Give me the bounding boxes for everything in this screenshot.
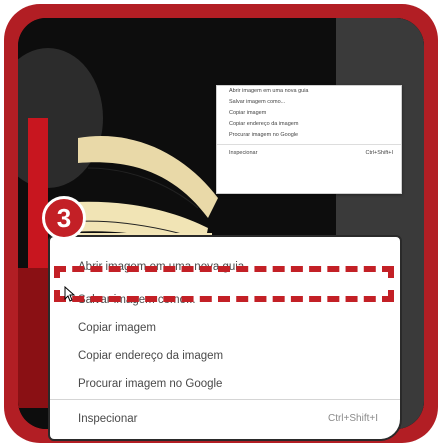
menu-item-copy-address[interactable]: Copiar endereço da imagem — [78, 350, 223, 362]
highlight-dashed-box — [54, 266, 394, 302]
small-menu-item-inspect[interactable]: Inspecionar Ctrl+Shift+I — [217, 148, 401, 159]
small-menu-item-copy-image[interactable]: Copiar imagem — [217, 108, 401, 119]
small-context-menu: Abrir imagem em uma nova guia Salvar ima… — [216, 85, 402, 194]
small-menu-item-open-new-tab[interactable]: Abrir imagem em uma nova guia — [217, 86, 401, 97]
small-menu-separator — [217, 144, 401, 145]
small-menu-inspect-label: Inspecionar — [229, 150, 258, 156]
small-menu-item-search-google[interactable]: Procurar imagem no Google — [217, 130, 401, 141]
menu-item-inspect[interactable]: Inspecionar — [78, 413, 137, 425]
tutorial-frame: Abrir imagem em uma nova guia Salvar ima… — [0, 0, 442, 447]
menu-item-search-google[interactable]: Procurar imagem no Google — [78, 378, 222, 390]
step-number-badge: 3 — [42, 196, 86, 240]
small-menu-inspect-shortcut: Ctrl+Shift+I — [365, 150, 393, 156]
small-menu-item-copy-address[interactable]: Copiar endereço da imagem — [217, 119, 401, 130]
menu-item-copy-image[interactable]: Copiar imagem — [78, 322, 156, 334]
inspect-shortcut: Ctrl+Shift+I — [327, 413, 378, 424]
small-menu-item-save-as[interactable]: Salvar imagem como... — [217, 97, 401, 108]
menu-separator — [50, 399, 400, 400]
mouse-pointer-icon — [64, 286, 76, 302]
